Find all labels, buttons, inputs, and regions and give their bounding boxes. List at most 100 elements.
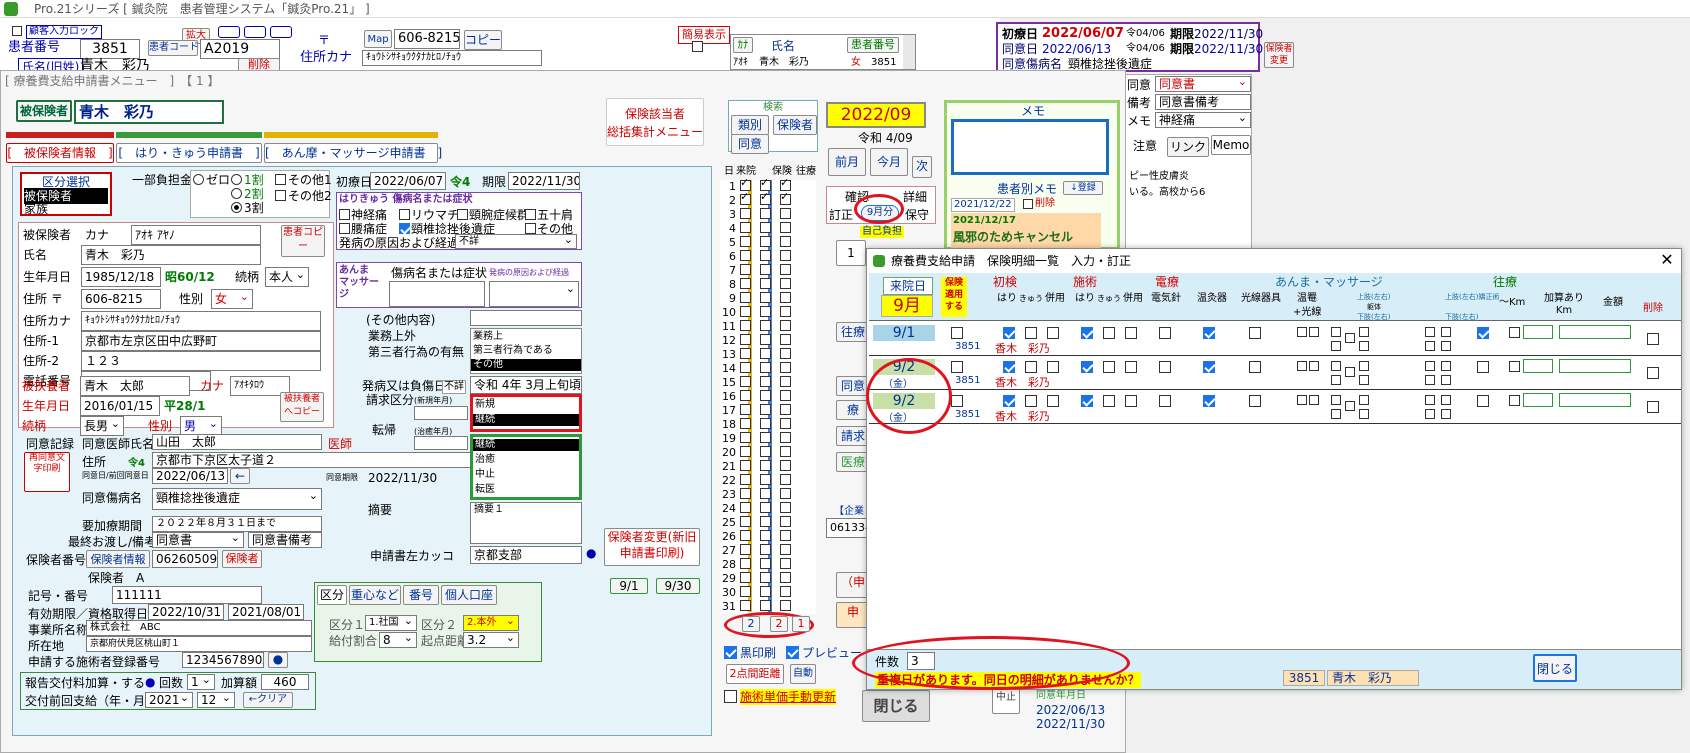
cal-visit-checkbox[interactable] bbox=[740, 292, 751, 303]
shinsei-btn-2[interactable]: 申 bbox=[836, 602, 870, 628]
cal-ouryo-checkbox[interactable] bbox=[780, 446, 791, 457]
preview-checkbox[interactable] bbox=[786, 646, 799, 659]
zip-input[interactable]: 606-8215 bbox=[81, 289, 161, 309]
cal-input-box[interactable]: 1 bbox=[836, 240, 866, 266]
claim-list[interactable]: 新規 継続 bbox=[470, 394, 582, 432]
kubun-opt-family[interactable]: 家族 bbox=[24, 201, 48, 217]
massage-checkbox[interactable] bbox=[1331, 395, 1341, 405]
row-checkbox[interactable] bbox=[1025, 395, 1037, 407]
dialog-close-button[interactable]: 閉じる bbox=[1533, 654, 1577, 682]
cal-visit-checkbox[interactable] bbox=[740, 432, 751, 443]
massage-checkbox[interactable] bbox=[1441, 327, 1451, 337]
insurer-change-button[interactable]: 保険者変更(新旧申請書印刷) bbox=[604, 528, 700, 566]
cal-ins-checkbox[interactable] bbox=[760, 488, 771, 499]
list-kana[interactable]: ｱｵｷ bbox=[733, 57, 748, 69]
outcome-opt-stop[interactable]: 中止 bbox=[475, 469, 495, 481]
cal-ins-checkbox[interactable] bbox=[760, 320, 771, 331]
cal-visit-checkbox[interactable] bbox=[740, 488, 751, 499]
row-checkbox[interactable] bbox=[1103, 327, 1115, 339]
bracket-field[interactable]: 京都支部 bbox=[470, 546, 582, 564]
onsha-checkbox[interactable] bbox=[1297, 395, 1307, 405]
cal-visit-checkbox[interactable] bbox=[740, 404, 751, 415]
row-delete-checkbox[interactable] bbox=[1647, 401, 1659, 413]
validity-date2[interactable]: 2021/08/01 bbox=[228, 604, 304, 620]
gyomu-opt1[interactable]: 業務上 bbox=[473, 331, 503, 343]
toggle-2[interactable] bbox=[244, 26, 266, 38]
cal-visit-checkbox[interactable] bbox=[740, 362, 751, 373]
radio-3[interactable] bbox=[231, 202, 242, 213]
search-insurer[interactable]: 保険者 bbox=[773, 115, 817, 135]
row-checkbox[interactable] bbox=[1103, 361, 1115, 373]
consent-date-arrow[interactable]: ← bbox=[230, 468, 250, 484]
prev-year-select[interactable]: 2021 bbox=[145, 692, 193, 708]
km-field[interactable] bbox=[1523, 325, 1553, 339]
cal-ouryo-checkbox[interactable] bbox=[780, 572, 791, 583]
last-handover-note[interactable]: 同意書備考 bbox=[248, 532, 322, 548]
cal-visit-checkbox[interactable] bbox=[740, 572, 751, 583]
consent2-button[interactable]: 同意 bbox=[836, 376, 870, 396]
cal-ouryo-checkbox[interactable] bbox=[780, 530, 791, 541]
cal-ins-checkbox[interactable] bbox=[760, 334, 771, 345]
massage-checkbox[interactable] bbox=[1441, 395, 1451, 405]
massage-checkbox[interactable] bbox=[1425, 375, 1435, 385]
cal-ouryo-checkbox[interactable] bbox=[780, 222, 791, 233]
insurer-change-top[interactable]: 保険者変更 bbox=[1264, 42, 1294, 68]
row-checkbox[interactable] bbox=[1103, 395, 1115, 407]
toggle-3[interactable] bbox=[270, 26, 292, 38]
shinsei-btn-1[interactable]: （申 bbox=[836, 572, 870, 598]
row-checkbox[interactable] bbox=[1047, 327, 1059, 339]
massage-checkbox[interactable] bbox=[1331, 409, 1341, 419]
search-category[interactable]: 類別 bbox=[731, 115, 769, 135]
cal-ouryo-checkbox[interactable] bbox=[780, 418, 791, 429]
kana-field[interactable]: ｱｵｷ ｱﾔﾉ bbox=[131, 225, 261, 245]
consent-addr-field[interactable]: 京都市下京区太子道２ bbox=[152, 452, 478, 468]
row-checkbox[interactable] bbox=[1249, 327, 1261, 339]
row-checkbox[interactable] bbox=[1003, 361, 1015, 373]
cal-ouryo-checkbox[interactable]: ✓ bbox=[780, 190, 791, 205]
list-kana-tab[interactable]: ｶﾅ bbox=[733, 37, 753, 53]
onsha-checkbox[interactable] bbox=[1309, 361, 1319, 371]
benefit-select[interactable]: 8 bbox=[379, 632, 417, 648]
outcome-ym-field[interactable] bbox=[414, 436, 468, 450]
memo-textarea[interactable] bbox=[951, 119, 1109, 175]
gyomu-opt2[interactable]: 第三者行為である bbox=[473, 345, 553, 357]
radio-2[interactable] bbox=[231, 188, 242, 199]
kana-addr-field[interactable]: ｷｮｳﾄｼｻｷｮｳｸﾀﾅｶﾋﾛﾉﾁｮｳ bbox=[362, 50, 542, 66]
massage-checkbox[interactable] bbox=[1425, 327, 1435, 337]
massage-checkbox[interactable] bbox=[1331, 375, 1341, 385]
cal-ouryo-checkbox[interactable] bbox=[780, 348, 791, 359]
outcome-opt-cured[interactable]: 治癒 bbox=[475, 454, 495, 466]
cal-ouryo-checkbox[interactable] bbox=[780, 306, 791, 317]
cal-ins-checkbox[interactable] bbox=[760, 278, 771, 289]
row-checkbox[interactable] bbox=[1125, 361, 1137, 373]
massage-checkbox[interactable] bbox=[1331, 341, 1341, 351]
list-name[interactable]: 青木 彩乃 bbox=[759, 57, 809, 69]
medical-button[interactable]: 医療 bbox=[836, 452, 870, 472]
row-checkbox[interactable] bbox=[1125, 327, 1137, 339]
dep-rel-select[interactable]: 長男 bbox=[80, 416, 124, 436]
ouryo-button[interactable]: 往療 bbox=[836, 322, 870, 342]
cal-ins-checkbox[interactable] bbox=[760, 236, 771, 247]
onset-field[interactable]: 令和 4年 3月上旬頃 bbox=[470, 376, 582, 394]
cal-ouryo-checkbox[interactable] bbox=[780, 502, 791, 513]
row-checkbox[interactable] bbox=[1249, 361, 1261, 373]
cal-ouryo-checkbox[interactable] bbox=[780, 278, 791, 289]
cal-ins-checkbox[interactable] bbox=[760, 446, 771, 457]
cal-ins-checkbox[interactable] bbox=[760, 264, 771, 275]
massage-checkbox[interactable] bbox=[1345, 333, 1355, 343]
mid-first-field[interactable]: 2022/06/07 bbox=[370, 172, 446, 190]
cal-ins-checkbox[interactable] bbox=[760, 516, 771, 527]
massage-checkbox[interactable] bbox=[1331, 327, 1341, 337]
amma-cause-field[interactable] bbox=[489, 281, 579, 307]
massage-checkbox[interactable] bbox=[1425, 341, 1435, 351]
cal-visit-checkbox[interactable] bbox=[740, 348, 751, 359]
dependent-field[interactable]: 青木 太郎 bbox=[80, 376, 190, 396]
rp-tab-memo[interactable]: Memo bbox=[1211, 135, 1251, 155]
massage-checkbox[interactable] bbox=[1359, 361, 1369, 371]
cal-ins-checkbox[interactable] bbox=[760, 474, 771, 485]
other-content-field[interactable] bbox=[470, 310, 582, 326]
onsha-checkbox[interactable] bbox=[1309, 395, 1319, 405]
cal-ins-checkbox[interactable] bbox=[760, 418, 771, 429]
massage-checkbox[interactable] bbox=[1359, 395, 1369, 405]
kubun1-select[interactable]: 1.社国 bbox=[365, 615, 417, 631]
